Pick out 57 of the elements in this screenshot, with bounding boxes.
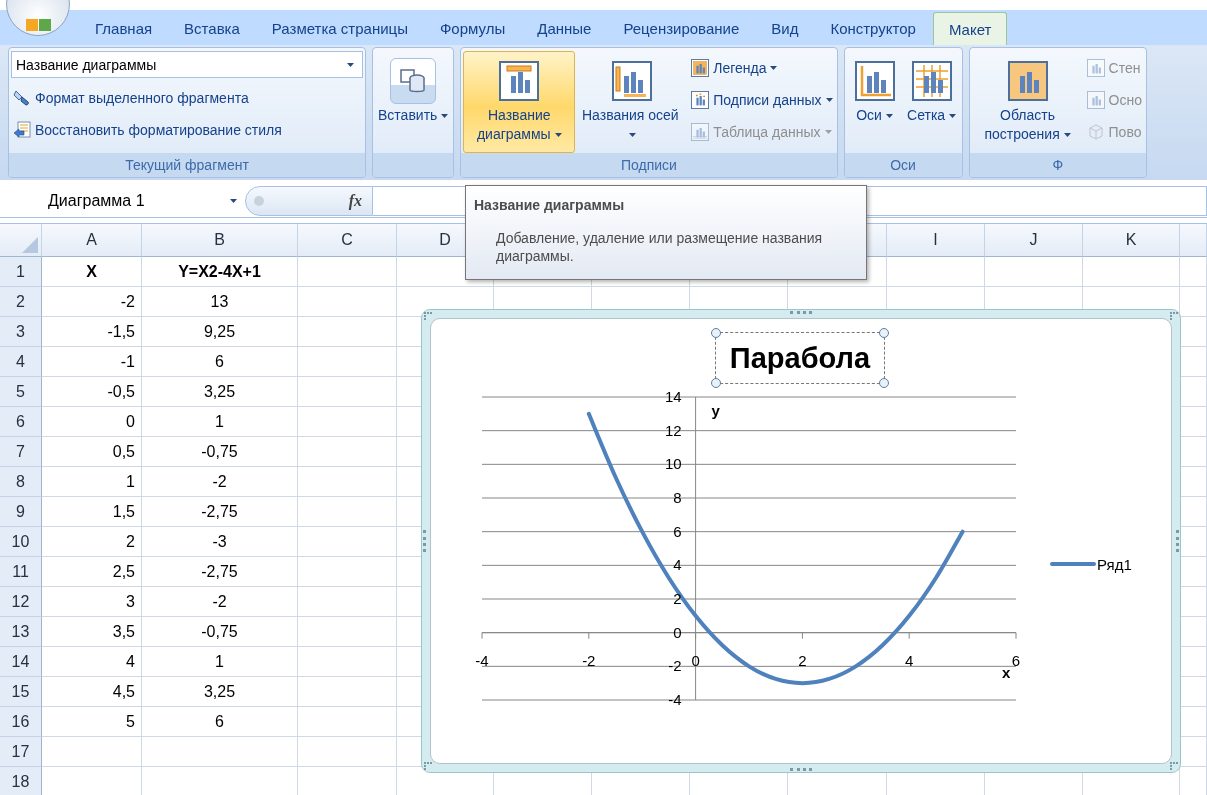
table-cell: 2,5 [42,557,142,587]
tick-label: 2 [798,651,807,669]
table-cell: -1,5 [42,317,142,347]
tick-label: -2 [582,651,596,669]
tick-label: -2 [668,657,682,675]
table-cell: -3 [142,527,298,557]
axis-title: y [711,402,720,419]
tick-label: 10 [664,455,682,473]
tick-label: 12 [664,421,682,439]
tick-label: 0 [673,623,682,641]
tick-label: 0 [691,651,700,669]
table-cell: -2 [142,587,298,617]
tick-label: 8 [673,489,682,506]
table-cell: 9,25 [142,317,298,347]
tick-label: 6 [1011,651,1021,669]
table-cell: -2 [42,287,142,317]
table-cell: -0,5 [42,377,142,407]
table-cell: 5 [42,707,142,737]
table-cell: -2,75 [142,557,298,587]
table-cell: -1 [42,347,142,377]
table-cell: -2,75 [142,497,298,527]
tick-label: 4 [673,556,682,574]
table-cell: Y=X2-4X+1 [142,257,298,287]
table-cell: 4 [42,647,142,677]
table-cell: 1 [142,407,298,437]
table-cell: -2 [142,467,298,497]
group-label: Ф [969,153,1146,177]
table-cell: 4,5 [42,677,142,707]
table-cell: 1 [42,467,142,497]
table-cell: 0 [42,407,142,437]
tick-label: -4 [475,651,489,669]
tick-label: 2 [673,590,682,607]
tick-label: 4 [905,651,914,669]
table-cell: 3,25 [142,377,298,407]
table-cell: X [42,257,142,287]
table-cell: 3,5 [42,617,142,647]
table-cell: 6 [142,347,298,377]
table-cell: 13 [142,287,298,317]
table-cell: 2 [42,527,142,557]
axis-title: x [1002,663,1011,681]
table-cell: 3,25 [142,677,298,707]
tooltip-title: Название диаграммы [474,197,626,213]
table-cell: 1 [142,647,298,677]
tick-label: 6 [673,522,682,540]
table-cell: -0,75 [142,437,298,467]
table-cell: 1,5 [42,497,142,527]
tooltip-text: Добавление, удаление или размещение названия диаграммы. [496,229,824,265]
table-cell: 3 [42,587,142,617]
table-cell: 6 [142,707,298,737]
group-label: Подписи [461,153,837,177]
table-cell: -0,75 [142,617,298,647]
group-label: Оси [844,153,962,177]
table-cell: 0,5 [42,437,142,467]
tick-label: -4 [668,691,682,708]
group-label: Текущий фрагмент [9,153,365,177]
legend-label: Ряд1 [1097,556,1132,573]
tick-label: 14 [664,388,682,405]
